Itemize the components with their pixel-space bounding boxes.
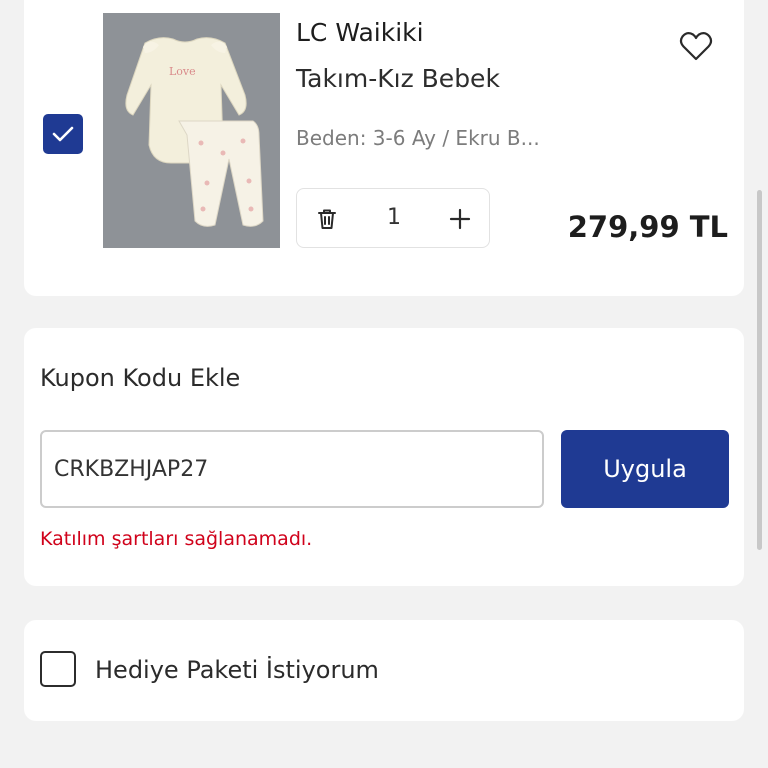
product-image[interactable]: Love xyxy=(103,13,280,248)
bodysuit-print: Love xyxy=(169,65,196,78)
gift-wrap-card: Hediye Paketi İstiyorum xyxy=(24,620,744,721)
cart-item-card: Love LC Waikiki Takım-Kız Bebek Beden: 3… xyxy=(24,0,744,296)
coupon-title: Kupon Kodu Ekle xyxy=(40,364,241,392)
product-variant: Beden: 3-6 Ay / Ekru B... xyxy=(296,126,540,150)
delete-item-button[interactable] xyxy=(315,207,339,231)
coupon-error-message: Katılım şartları sağlanamadı. xyxy=(40,528,313,550)
coupon-code-input[interactable] xyxy=(40,430,544,508)
scrollbar[interactable] xyxy=(757,190,762,550)
select-item-checkbox[interactable] xyxy=(43,114,83,154)
product-brand[interactable]: LC Waikiki xyxy=(296,18,424,47)
product-name[interactable]: Takım-Kız Bebek xyxy=(296,64,500,93)
gift-wrap-label[interactable]: Hediye Paketi İstiyorum xyxy=(95,656,379,684)
trash-icon xyxy=(318,209,336,229)
plus-icon xyxy=(449,208,471,230)
quantity-value: 1 xyxy=(387,205,401,230)
quantity-stepper: 1 xyxy=(296,188,490,248)
favorite-button[interactable] xyxy=(678,28,714,64)
gift-wrap-checkbox[interactable] xyxy=(40,651,76,687)
heart-icon xyxy=(679,32,713,61)
coupon-card: Kupon Kodu Ekle Uygula Katılım şartları … xyxy=(24,328,744,586)
apply-coupon-button[interactable]: Uygula xyxy=(561,430,729,508)
product-price: 279,99 TL xyxy=(567,210,728,244)
increase-quantity-button[interactable] xyxy=(449,208,471,230)
checkmark-icon xyxy=(52,126,74,142)
